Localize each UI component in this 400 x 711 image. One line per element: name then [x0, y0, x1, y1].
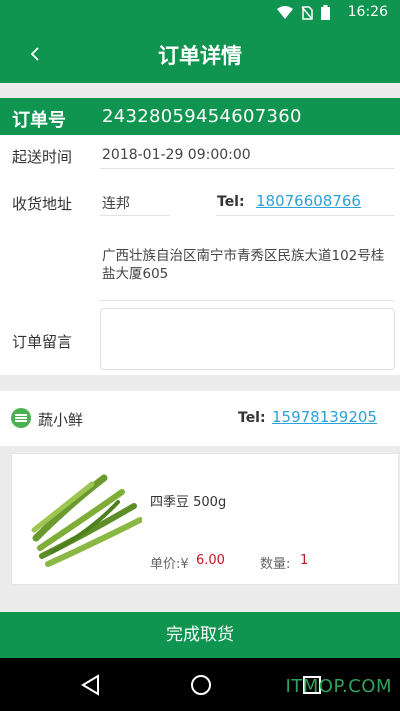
- page-title: 订单详情: [158, 44, 242, 68]
- order-info-panel: 起送时间 2018-01-29 09:00:00 收货地址 连邦 Tel: 18…: [0, 135, 400, 375]
- unit-price-label: 单价:¥: [150, 557, 189, 572]
- wifi-icon: [277, 5, 293, 19]
- recipient-tel-label: Tel:: [217, 194, 245, 210]
- remark-field[interactable]: [100, 308, 395, 370]
- unit-price-value: 6.00: [196, 553, 225, 568]
- shop-panel: 蔬小鲜 Tel: 15978139205: [0, 391, 400, 446]
- watermark-text: ITMOP.COM: [285, 676, 392, 697]
- green-beans-image: [31, 474, 142, 567]
- divider: [100, 215, 170, 216]
- delivery-time-label: 起送时间: [12, 148, 73, 166]
- shop-name: 蔬小鲜: [38, 411, 84, 429]
- order-number-value: 24328059454607360: [102, 106, 302, 127]
- nav-back-icon[interactable]: [80, 674, 100, 696]
- quantity-value: 1: [300, 553, 309, 568]
- nav-home-icon[interactable]: [190, 674, 212, 696]
- goods-name: 四季豆 500g: [150, 495, 227, 510]
- delivery-address: 广西壮族自治区南宁市青秀区民族大道102号桂盐大厦605: [102, 248, 385, 282]
- order-number-bar: 订单号 24328059454607360: [0, 98, 400, 135]
- divider: [216, 215, 395, 216]
- delivery-time-value: 2018-01-29 09:00:00: [102, 147, 251, 163]
- battery-icon: [321, 5, 330, 20]
- status-time: 16:26: [347, 4, 388, 20]
- app-bar: 订单详情: [0, 26, 400, 83]
- order-number-label: 订单号: [12, 110, 66, 131]
- complete-pickup-button[interactable]: 完成取货: [0, 612, 400, 658]
- shop-tel-label: Tel:: [238, 410, 266, 426]
- recipient-tel-link[interactable]: 18076608766: [256, 192, 361, 210]
- status-bar: 16:26: [0, 0, 400, 26]
- vegetable-shop-icon: [11, 408, 31, 428]
- shop-tel-link[interactable]: 15978139205: [272, 408, 377, 426]
- divider: [100, 300, 395, 301]
- status-icons: [277, 5, 330, 20]
- no-sim-icon: [301, 5, 313, 20]
- quantity-label: 数量:: [260, 557, 291, 572]
- goods-list: 四季豆 500g 单价:¥ 6.00 数量: 1: [0, 446, 400, 596]
- recipient-name: 连邦: [102, 196, 130, 212]
- address-label: 收货地址: [12, 195, 73, 213]
- remark-label: 订单留言: [12, 333, 73, 351]
- list-item[interactable]: 四季豆 500g 单价:¥ 6.00 数量: 1: [11, 453, 399, 585]
- divider: [100, 168, 395, 169]
